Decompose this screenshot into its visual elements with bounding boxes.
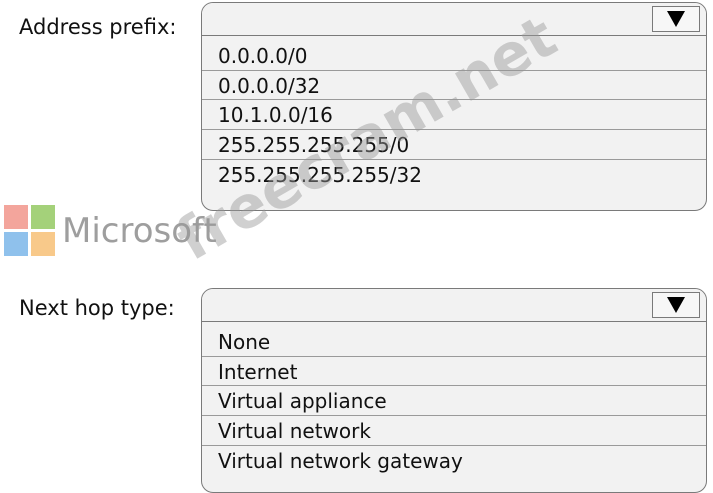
logo-square-green (31, 205, 55, 229)
logo-square-blue (4, 232, 28, 256)
next-hop-type-label: Next hop type: (19, 296, 175, 320)
address-prefix-option[interactable]: 255.255.255.255/32 (202, 160, 706, 190)
address-prefix-option[interactable]: 255.255.255.255/0 (202, 130, 706, 160)
address-prefix-option[interactable]: 10.1.0.0/16 (202, 100, 706, 131)
address-prefix-label: Address prefix: (19, 15, 177, 39)
microsoft-logo: Microsoft (4, 205, 217, 257)
address-prefix-option[interactable]: 0.0.0.0/32 (202, 71, 706, 101)
address-prefix-dropdown[interactable]: 0.0.0.0/0 0.0.0.0/32 10.1.0.0/16 255.255… (201, 2, 707, 211)
triangle-down-icon (667, 11, 685, 27)
triangle-down-icon (667, 297, 685, 313)
next-hop-type-dropdown-button[interactable] (652, 292, 700, 318)
next-hop-type-option[interactable]: Virtual network (202, 416, 706, 446)
next-hop-type-select-box[interactable] (202, 289, 706, 322)
address-prefix-option-list: 0.0.0.0/0 0.0.0.0/32 10.1.0.0/16 255.255… (202, 41, 706, 189)
address-prefix-select-box[interactable] (202, 3, 706, 36)
address-prefix-dropdown-button[interactable] (652, 6, 700, 32)
logo-square-red (4, 205, 28, 229)
next-hop-type-option[interactable]: Internet (202, 357, 706, 387)
next-hop-type-option[interactable]: Virtual network gateway (202, 446, 706, 476)
logo-square-yellow (31, 232, 55, 256)
next-hop-type-option-list: None Internet Virtual appliance Virtual … (202, 327, 706, 475)
microsoft-wordmark: Microsoft (62, 211, 217, 251)
microsoft-logo-icon (4, 205, 56, 257)
next-hop-type-option[interactable]: Virtual appliance (202, 386, 706, 417)
address-prefix-option[interactable]: 0.0.0.0/0 (202, 41, 706, 71)
next-hop-type-option[interactable]: None (202, 327, 706, 357)
next-hop-type-dropdown[interactable]: None Internet Virtual appliance Virtual … (201, 288, 707, 493)
